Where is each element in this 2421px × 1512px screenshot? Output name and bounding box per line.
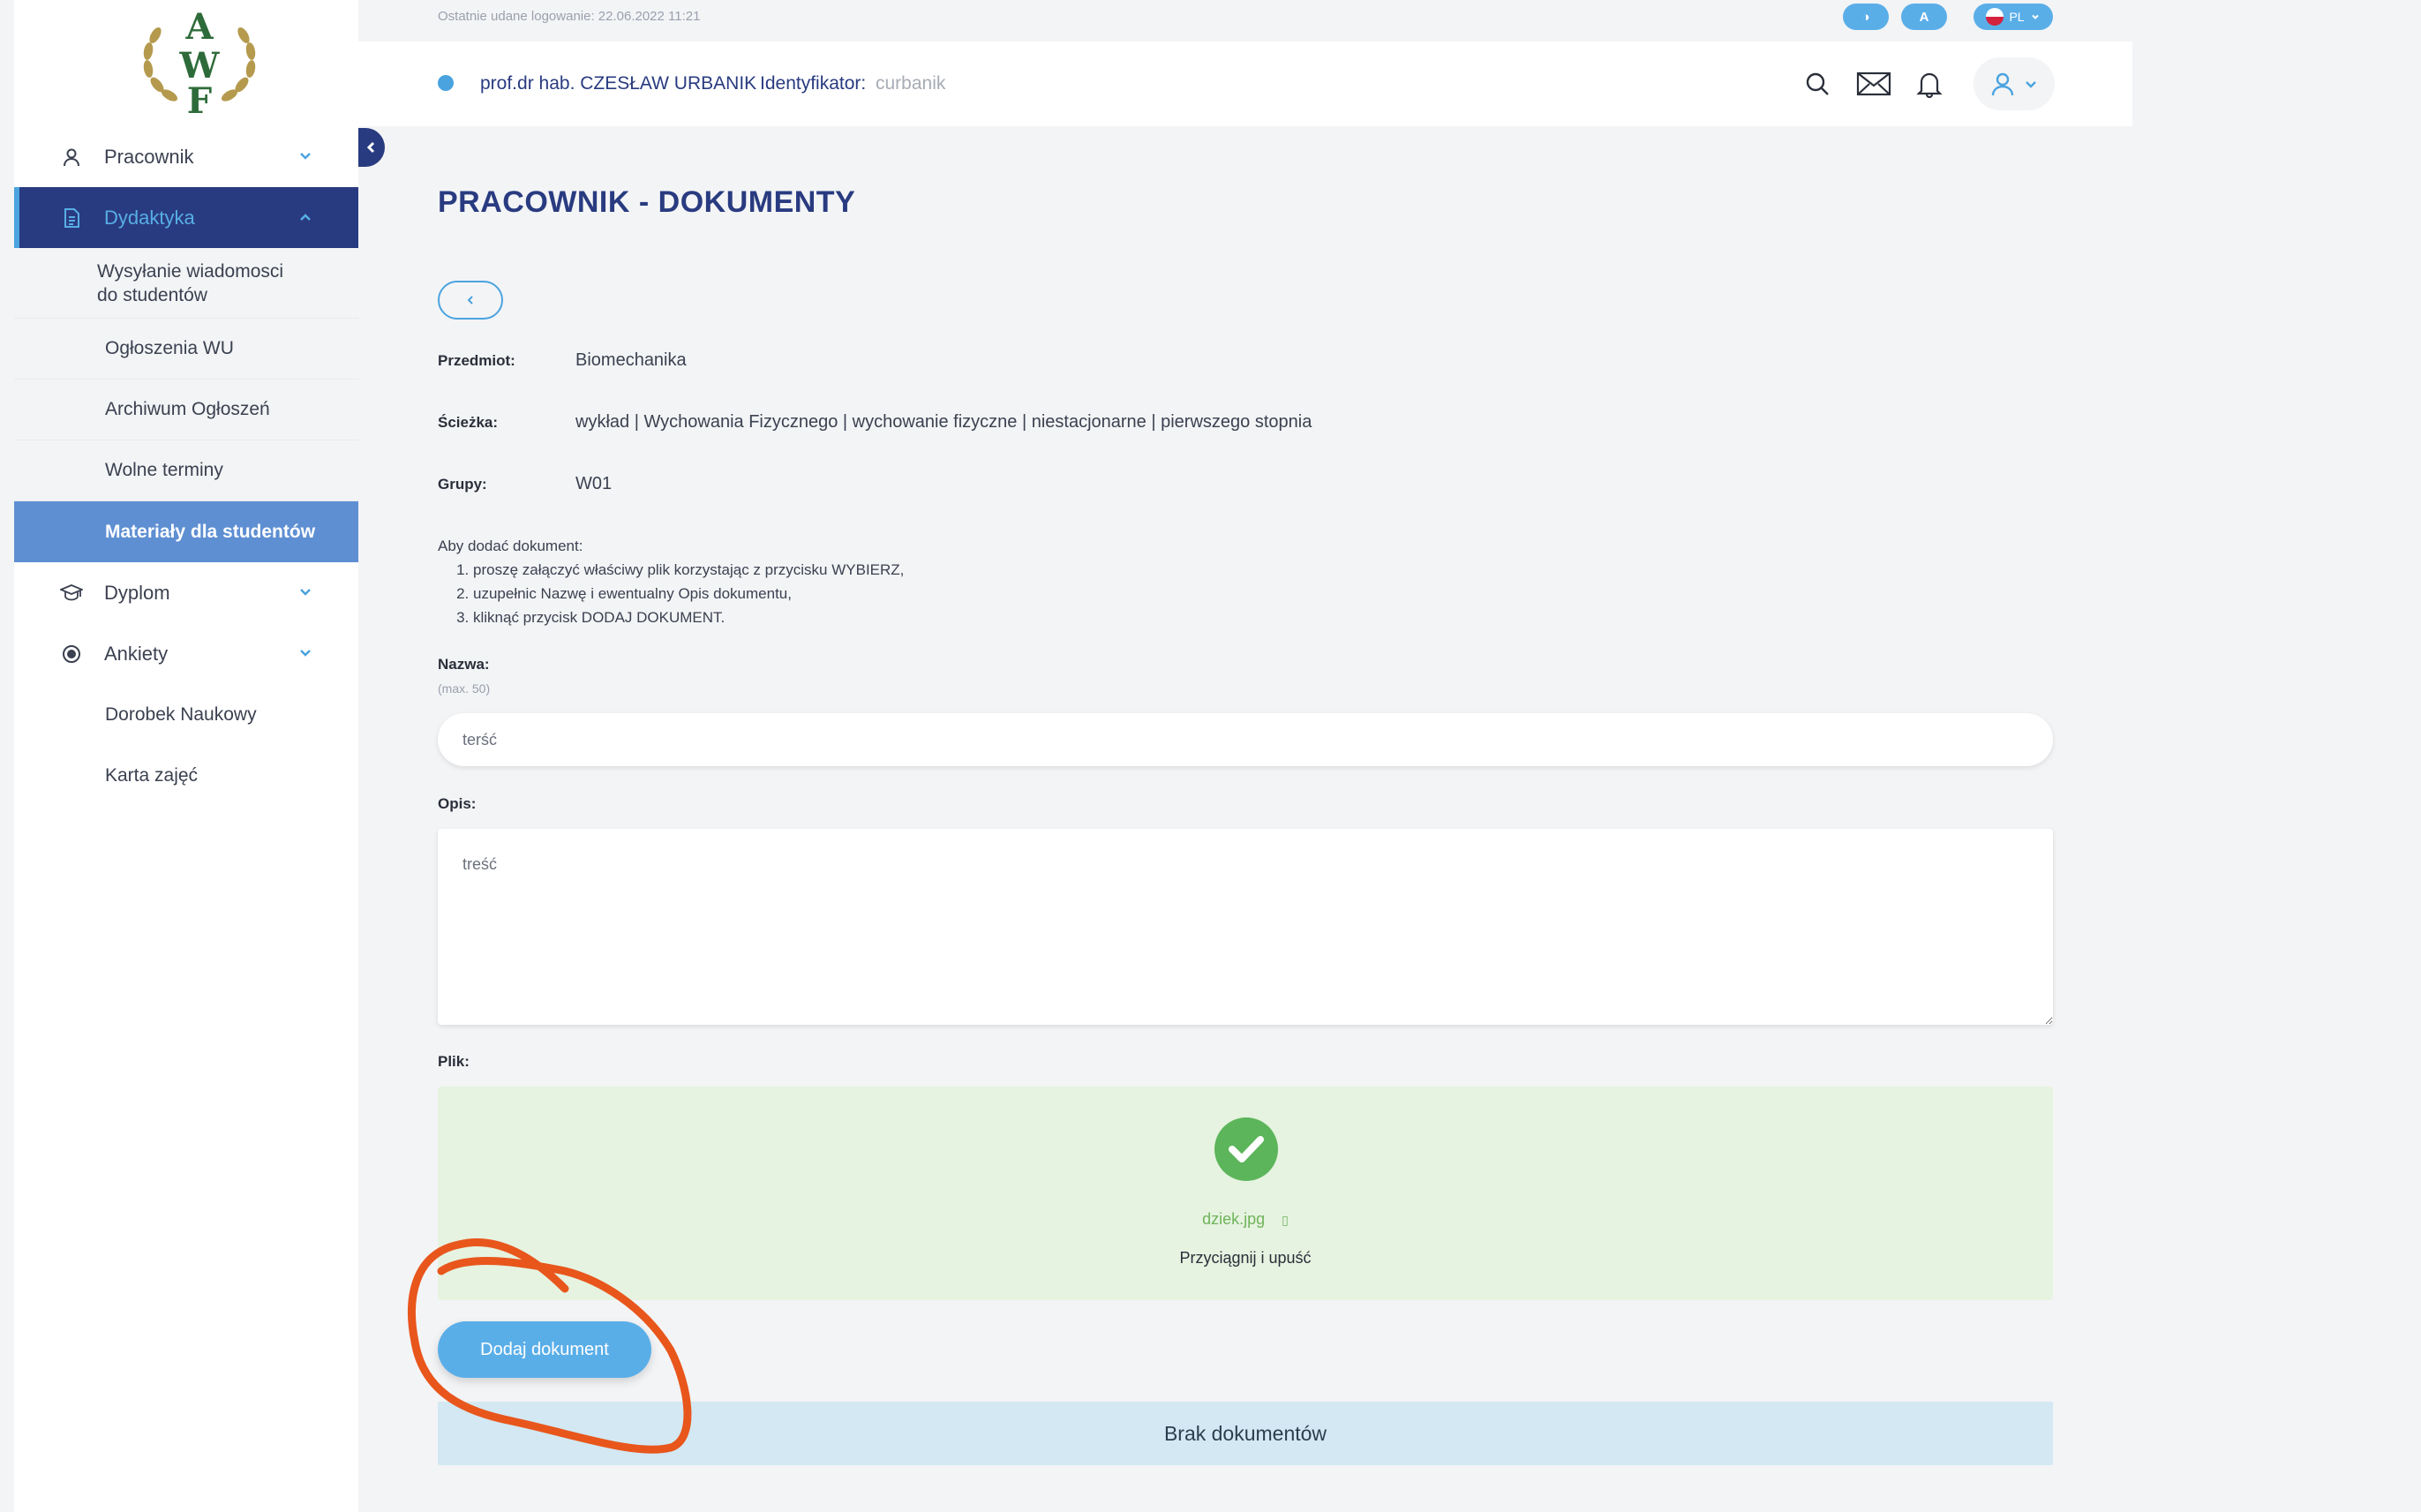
submenu-item-label: Wolne terminy xyxy=(105,460,223,480)
left-gutter xyxy=(0,0,14,1512)
name-input[interactable] xyxy=(438,713,2053,766)
chevron-down-icon xyxy=(297,644,314,662)
sidebar-item-karta-zajec[interactable]: Karta zajęć xyxy=(14,745,358,806)
file-dropzone[interactable]: dziek.jpg ▯ Przyciągnij i upuść xyxy=(438,1087,2053,1300)
page-title: PRACOWNIK - DOKUMENTY xyxy=(438,185,856,219)
submenu-item-archiwum[interactable]: Archiwum Ogłoszeń xyxy=(14,380,358,440)
bell-icon[interactable] xyxy=(1913,68,1945,100)
description-textarea[interactable]: treść xyxy=(438,829,2053,1025)
back-button[interactable] xyxy=(438,281,503,320)
chevron-down-icon xyxy=(297,583,314,601)
poland-flag-icon xyxy=(1986,8,2004,26)
name-label: Nazwa: xyxy=(438,656,490,673)
check-icon xyxy=(1214,1117,1278,1181)
submenu-item-label: Wysyłanie wiadomosci do studentów xyxy=(97,260,284,305)
submenu-item-label: Ogłoszenia WU xyxy=(105,338,234,358)
dropzone-hint: Przyciągnij i upuść xyxy=(1179,1249,1312,1267)
submenu-item-ogloszenia-wu[interactable]: Ogłoszenia WU xyxy=(14,319,358,380)
sidebar-item-label: Karta zajęć xyxy=(105,764,199,786)
sidebar-item-pracownik[interactable]: Pracownik xyxy=(14,126,358,187)
awf-logo[interactable]: A W F xyxy=(120,0,279,122)
sidebar-item-dyplom[interactable]: Dyplom xyxy=(14,562,358,623)
svg-text:A: A xyxy=(184,6,214,48)
sidebar-menu: Pracownik Dydaktyka Wysyłanie wiadomosci… xyxy=(14,126,358,806)
font-size-label: A xyxy=(1919,9,1929,25)
uploaded-file-name: dziek.jpg xyxy=(1202,1210,1266,1228)
online-status-dot xyxy=(438,75,454,91)
description-label: Opis: xyxy=(438,795,477,812)
add-document-button[interactable]: Dodaj dokument xyxy=(438,1321,651,1378)
submenu-item-wysylanie[interactable]: Wysyłanie wiadomosci do studentów xyxy=(14,248,358,319)
sidebar: A W F Pracownik Dydaktyka Wysyłanie wiad… xyxy=(14,0,358,1512)
contrast-icon: ◑ xyxy=(1861,9,1870,25)
remove-file-icon[interactable]: ▯ xyxy=(1282,1213,1289,1227)
chevron-down-icon xyxy=(2031,14,2039,19)
sidebar-item-label: Dyplom xyxy=(104,581,170,604)
graduation-cap-icon xyxy=(58,580,85,606)
user-icon xyxy=(58,144,85,170)
groups-value: W01 xyxy=(575,474,613,493)
chevron-up-icon xyxy=(297,208,314,226)
document-icon xyxy=(58,205,85,231)
chevron-down-icon xyxy=(297,147,314,165)
last-login-info: Ostatnie udane logowanie: 22.06.2022 11:… xyxy=(438,9,701,24)
uploaded-file: dziek.jpg ▯ xyxy=(438,1210,2053,1229)
path-value: wykład | Wychowania Fizycznego | wychowa… xyxy=(575,412,1312,432)
main-content: Ostatnie udane logowanie: 22.06.2022 11:… xyxy=(358,0,2421,1512)
submenu-item-label: Materiały dla studentów xyxy=(105,521,316,542)
svg-text:F: F xyxy=(187,80,212,119)
instructions-list: proszę załączyć właściwy plik korzystają… xyxy=(473,558,904,629)
sidebar-item-dorobek-naukowy[interactable]: Dorobek Naukowy xyxy=(14,684,358,745)
contrast-toggle-button[interactable]: ◑ xyxy=(1843,4,1889,30)
radio-circle-icon xyxy=(58,641,85,667)
instruction-step: proszę załączyć właściwy plik korzystają… xyxy=(473,558,904,582)
submenu-item-materialy[interactable]: Materiały dla studentów xyxy=(14,501,358,562)
chevron-down-icon xyxy=(2026,81,2036,88)
dydaktyka-submenu: Wysyłanie wiadomosci do studentów Ogłosz… xyxy=(14,248,358,562)
sidebar-item-label: Pracownik xyxy=(104,145,194,168)
sidebar-item-ankiety[interactable]: Ankiety xyxy=(14,623,358,684)
user-name: prof.dr hab. CZESŁAW URBANIK xyxy=(480,73,757,94)
instructions-block: Aby dodać dokument: proszę załączyć właś… xyxy=(438,534,904,629)
identifier-value: curbanik xyxy=(876,73,946,94)
user-menu-button[interactable] xyxy=(1974,57,2055,110)
instructions-intro: Aby dodać dokument: xyxy=(438,538,583,554)
subject-label: Przedmiot: xyxy=(438,352,515,369)
instruction-step: uzupełnic Nazwę i ewentualny Opis dokume… xyxy=(473,582,904,606)
language-select[interactable]: PL xyxy=(1974,4,2053,30)
sidebar-item-label: Dorobek Naukowy xyxy=(105,703,257,725)
file-label: Plik: xyxy=(438,1053,470,1070)
instruction-step: kliknąć przycisk DODAJ DOKUMENT. xyxy=(473,606,904,629)
identifier-label: Identyfikator: xyxy=(760,73,867,94)
sidebar-item-dydaktyka[interactable]: Dydaktyka xyxy=(14,187,358,248)
sidebar-item-label: Dydaktyka xyxy=(104,206,195,229)
user-icon xyxy=(1991,72,2014,96)
groups-label: Grupy: xyxy=(438,476,487,493)
submenu-item-wolne-terminy[interactable]: Wolne terminy xyxy=(14,440,358,501)
submenu-item-label: Archiwum Ogłoszeń xyxy=(105,399,270,419)
subject-value: Biomechanika xyxy=(575,350,687,370)
chevron-left-icon xyxy=(467,296,473,305)
language-label: PL xyxy=(2009,10,2025,24)
top-header: prof.dr hab. CZESŁAW URBANIK Identyfikat… xyxy=(358,41,2132,126)
no-documents-banner: Brak dokumentów xyxy=(438,1402,2053,1465)
path-label: Ścieżka: xyxy=(438,414,499,431)
mail-icon[interactable] xyxy=(1855,68,1892,100)
sidebar-item-label: Ankiety xyxy=(104,642,169,665)
font-size-button[interactable]: A xyxy=(1901,4,1947,30)
name-hint: (max. 50) xyxy=(438,681,491,696)
search-icon[interactable] xyxy=(1801,68,1833,100)
chevron-left-icon xyxy=(366,141,375,154)
